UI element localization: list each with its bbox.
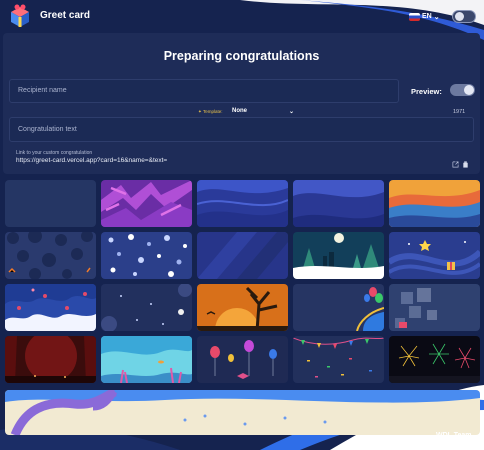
preview-toggle-knob xyxy=(464,85,474,95)
card-red-stage[interactable] xyxy=(5,336,96,383)
card-halloween-tree[interactable] xyxy=(197,284,288,331)
link-url[interactable]: https://greet-card.vercel.app?card=16&na… xyxy=(16,157,167,164)
footer-team: WDL Team xyxy=(436,432,472,439)
card-sunset-hills[interactable] xyxy=(389,180,480,227)
card-party-balloons[interactable] xyxy=(197,336,288,383)
preview-label: Preview: xyxy=(411,87,442,96)
congratulation-text-input[interactable]: Congratulation text xyxy=(9,117,474,142)
card-blue-waves[interactable] xyxy=(197,180,288,227)
template-select[interactable]: None ⌄ xyxy=(232,108,294,115)
card-dark-bubbles[interactable] xyxy=(5,232,96,279)
char-count: 1971 xyxy=(453,109,466,115)
card-blue-confetti[interactable] xyxy=(101,232,192,279)
link-label: Link to your custom congratulation xyxy=(16,150,93,156)
app-header: Greet card EN ⌄ xyxy=(0,0,484,33)
card-balloons[interactable] xyxy=(293,284,384,331)
chevron-down-icon: ⌄ xyxy=(288,109,294,115)
congratulation-form: Preparing congratulations Recipient name… xyxy=(3,33,480,174)
chevron-down-icon: ⌄ xyxy=(433,13,440,21)
card-blur-squares[interactable] xyxy=(389,284,480,331)
template-label: ✦ Template: xyxy=(198,109,223,114)
card-blank[interactable] xyxy=(5,180,96,227)
card-underwater[interactable] xyxy=(101,336,192,383)
card-floral-night[interactable] xyxy=(101,284,192,331)
card-fireworks[interactable] xyxy=(389,336,480,383)
preview-toggle[interactable] xyxy=(450,84,475,96)
card-blue-waves-2[interactable] xyxy=(293,180,384,227)
card-winter-night[interactable] xyxy=(293,232,384,279)
card-confetti-garland[interactable] xyxy=(293,336,384,383)
recipient-name-input[interactable]: Recipient name xyxy=(9,79,399,103)
link-actions xyxy=(452,155,469,168)
card-navy-diagonal[interactable] xyxy=(197,232,288,279)
theme-toggle[interactable] xyxy=(452,10,476,23)
card-hearts-clouds[interactable] xyxy=(5,284,96,331)
page-title: Preparing congratulations xyxy=(163,49,320,63)
open-link-icon[interactable] xyxy=(452,155,459,168)
card-purple-strokes[interactable] xyxy=(101,180,192,227)
language-code: EN xyxy=(422,13,432,20)
footer-year: © 2023 xyxy=(441,443,463,450)
card-starry-swirl[interactable] xyxy=(389,232,480,279)
app-title: Greet card xyxy=(40,10,91,21)
template-value: None xyxy=(232,108,247,114)
theme-toggle-knob xyxy=(455,12,464,21)
card-beach-wide[interactable] xyxy=(5,390,480,435)
language-selector[interactable]: EN ⌄ xyxy=(409,10,443,23)
uk-flag-icon xyxy=(409,12,420,21)
copy-link-icon[interactable] xyxy=(462,155,469,168)
gift-box-logo[interactable] xyxy=(9,4,31,28)
